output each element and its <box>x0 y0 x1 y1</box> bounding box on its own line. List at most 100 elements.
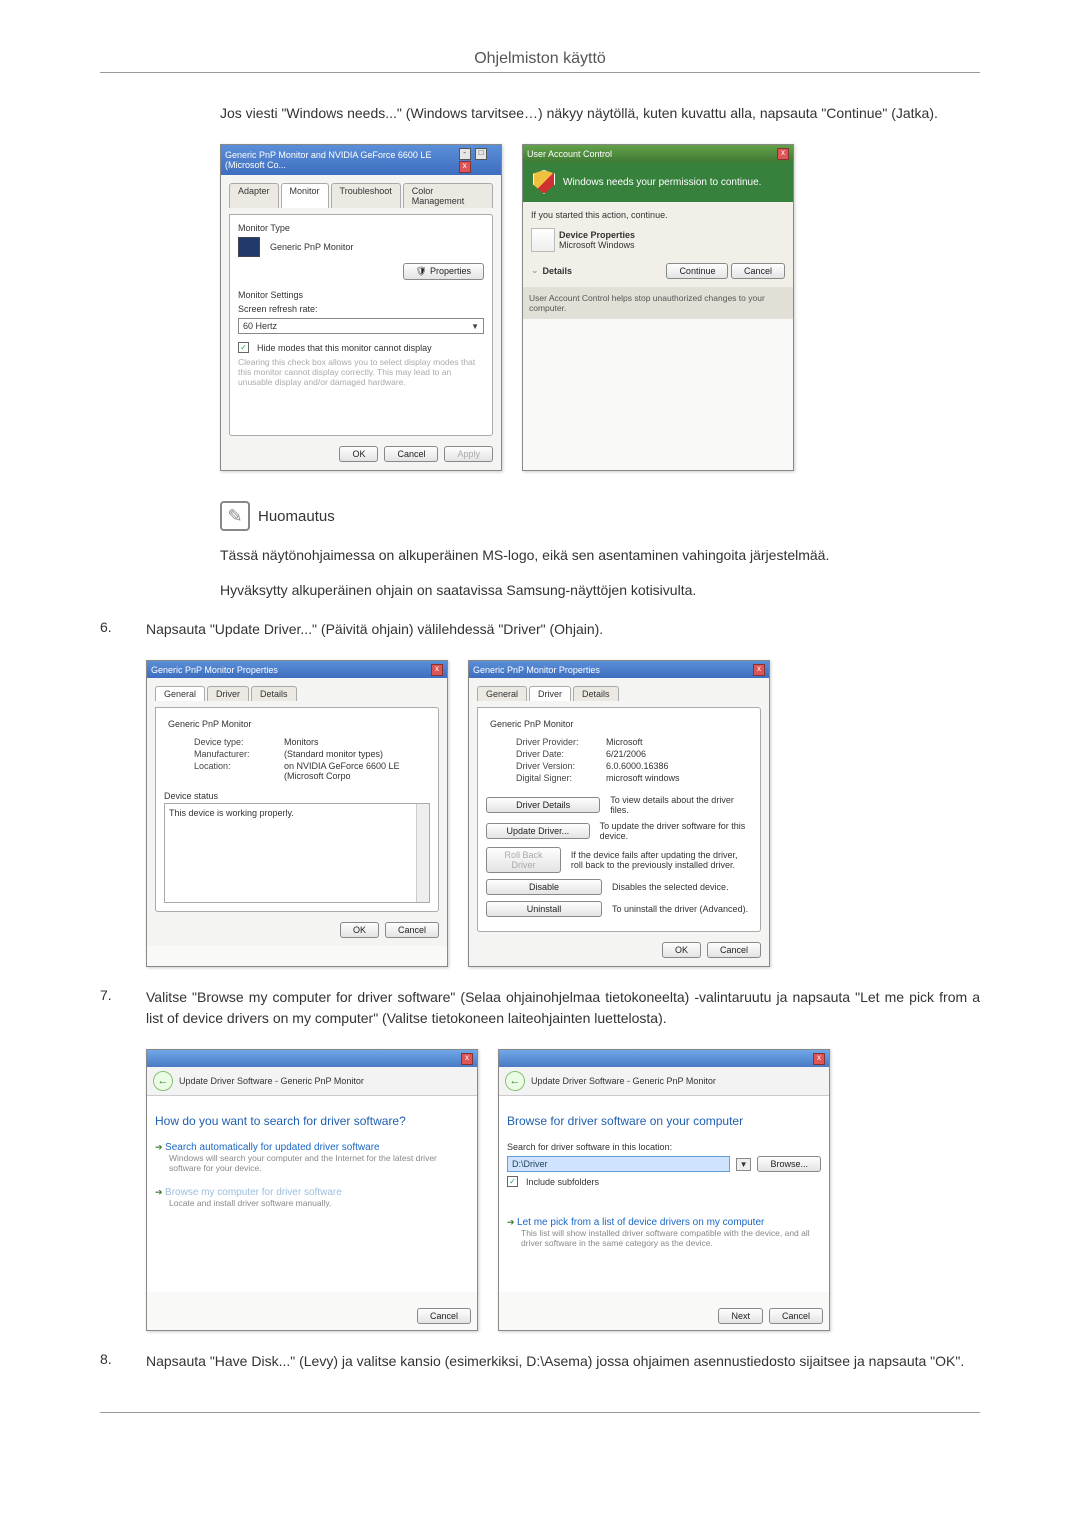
driver-details-button[interactable]: Driver Details <box>486 797 600 813</box>
application-icon <box>531 228 555 252</box>
device-status-label: Device status <box>164 791 430 801</box>
option-browse-computer[interactable]: Browse my computer for driver software L… <box>155 1187 469 1208</box>
continue-button[interactable]: Continue <box>666 263 728 279</box>
minimize-icon[interactable]: - <box>459 148 471 160</box>
step-text: Napsauta "Update Driver..." (Päivitä ohj… <box>146 619 980 640</box>
hide-modes-checkbox[interactable] <box>238 342 253 353</box>
uac-publisher: Microsoft Windows <box>559 240 635 250</box>
tab-details[interactable]: Details <box>251 686 297 701</box>
cancel-button[interactable]: Cancel <box>769 1308 823 1324</box>
option-title: Browse my computer for driver software <box>155 1187 469 1198</box>
section-monitor-type: Monitor Type <box>238 223 484 233</box>
device-name: Generic PnP Monitor <box>168 719 251 729</box>
chevron-down-icon[interactable]: ⌄ <box>531 265 539 276</box>
device-properties-general-window: Generic PnP Monitor Properties x General… <box>146 660 448 967</box>
back-icon[interactable]: ← <box>153 1071 173 1091</box>
ok-button[interactable]: OK <box>662 942 701 958</box>
shield-icon <box>533 170 555 194</box>
manufacturer-label: Manufacturer: <box>194 749 284 759</box>
tab-color-management[interactable]: Color Management <box>403 183 493 208</box>
manufacturer-value: (Standard monitor types) <box>284 749 430 759</box>
hide-modes-description: Clearing this check box allows you to se… <box>238 357 484 387</box>
ok-button[interactable]: OK <box>340 922 379 938</box>
tab-driver[interactable]: Driver <box>207 686 249 701</box>
ok-button[interactable]: OK <box>339 446 378 462</box>
header-rule <box>100 72 980 73</box>
uac-banner-text: Windows needs your permission to continu… <box>563 177 761 188</box>
back-icon[interactable]: ← <box>505 1071 525 1091</box>
tab-general[interactable]: General <box>477 686 527 701</box>
search-location-label: Search for driver software in this locat… <box>507 1142 821 1152</box>
path-input[interactable]: D:\Driver <box>507 1156 730 1172</box>
cancel-button[interactable]: Cancel <box>707 942 761 958</box>
refresh-rate-value: 60 Hertz <box>243 321 277 331</box>
uninstall-button[interactable]: Uninstall <box>486 901 602 917</box>
include-subfolders-label: Include subfolders <box>526 1177 599 1187</box>
option-search-auto[interactable]: Search automatically for updated driver … <box>155 1142 469 1173</box>
close-icon[interactable]: x <box>753 664 765 676</box>
tab-troubleshoot[interactable]: Troubleshoot <box>331 183 401 208</box>
cancel-button[interactable]: Cancel <box>385 922 439 938</box>
tab-general[interactable]: General <box>155 686 205 701</box>
tab-adapter[interactable]: Adapter <box>229 183 279 208</box>
step-text: Napsauta "Have Disk..." (Levy) ja valits… <box>146 1351 980 1372</box>
tab-monitor[interactable]: Monitor <box>281 183 329 208</box>
option-let-me-pick[interactable]: Let me pick from a list of device driver… <box>507 1217 821 1248</box>
tabs: Adapter Monitor Troubleshoot Color Manag… <box>229 183 493 208</box>
option-title: Let me pick from a list of device driver… <box>507 1217 821 1228</box>
uninstall-desc: To uninstall the driver (Advanced). <box>612 904 748 914</box>
step-number: 6. <box>100 619 130 640</box>
digital-signer-label: Digital Signer: <box>516 773 606 783</box>
update-driver-wizard-browse-window: x ← Update Driver Software - Generic PnP… <box>498 1049 830 1331</box>
window-titlebar: Generic PnP Monitor and NVIDIA GeForce 6… <box>221 145 501 175</box>
device-name: Generic PnP Monitor <box>490 719 573 729</box>
window-title: User Account Control <box>527 149 612 159</box>
close-icon[interactable]: x <box>459 161 471 173</box>
apply-button[interactable]: Apply <box>444 446 493 462</box>
option-desc: Windows will search your computer and th… <box>169 1153 469 1173</box>
scrollbar[interactable] <box>416 804 429 902</box>
window-controls: - □ x <box>457 147 497 173</box>
window-titlebar: x <box>147 1050 477 1067</box>
update-driver-wizard-search-window: x ← Update Driver Software - Generic PnP… <box>146 1049 478 1331</box>
maximize-icon[interactable]: □ <box>475 148 487 160</box>
cancel-button[interactable]: Cancel <box>417 1308 471 1324</box>
chevron-down-icon: ▼ <box>471 322 479 331</box>
driver-details-desc: To view details about the driver files. <box>610 795 752 815</box>
driver-date-value: 6/21/2006 <box>606 749 752 759</box>
window-title: Generic PnP Monitor and NVIDIA GeForce 6… <box>225 150 457 170</box>
monitor-icon <box>238 237 260 257</box>
refresh-rate-dropdown[interactable]: 60 Hertz ▼ <box>238 318 484 334</box>
monitor-name: Generic PnP Monitor <box>270 242 353 252</box>
roll-back-driver-button[interactable]: Roll Back Driver <box>486 847 561 873</box>
tab-details[interactable]: Details <box>573 686 619 701</box>
disable-button[interactable]: Disable <box>486 879 602 895</box>
cancel-button[interactable]: Cancel <box>384 446 438 462</box>
close-icon[interactable]: x <box>777 148 789 160</box>
window-title: Generic PnP Monitor Properties <box>473 665 600 675</box>
close-icon[interactable]: x <box>813 1053 825 1065</box>
driver-provider-label: Driver Provider: <box>516 737 606 747</box>
window-titlebar: x <box>499 1050 829 1067</box>
uac-details-toggle[interactable]: Details <box>543 266 573 276</box>
close-icon[interactable]: x <box>431 664 443 676</box>
option-desc: This list will show installed driver sof… <box>521 1228 821 1248</box>
close-icon[interactable]: x <box>461 1053 473 1065</box>
device-properties-driver-window: Generic PnP Monitor Properties x General… <box>468 660 770 967</box>
option-title: Search automatically for updated driver … <box>155 1142 469 1153</box>
browse-button[interactable]: Browse... <box>757 1156 821 1172</box>
uac-window: User Account Control x Windows needs you… <box>522 144 794 471</box>
chevron-down-icon[interactable]: ▼ <box>736 1158 752 1171</box>
step-number: 7. <box>100 987 130 1029</box>
cancel-button[interactable]: Cancel <box>731 263 785 279</box>
next-button[interactable]: Next <box>718 1308 763 1324</box>
properties-button[interactable]: Properties <box>403 263 484 280</box>
window-title: Generic PnP Monitor Properties <box>151 665 278 675</box>
update-driver-button[interactable]: Update Driver... <box>486 823 590 839</box>
tab-driver[interactable]: Driver <box>529 686 571 701</box>
include-subfolders-checkbox[interactable] <box>507 1176 522 1187</box>
step-text: Valitse "Browse my computer for driver s… <box>146 987 980 1029</box>
wizard-heading: How do you want to search for driver sof… <box>155 1114 469 1128</box>
uac-if-started: If you started this action, continue. <box>531 210 785 220</box>
option-desc: Locate and install driver software manua… <box>169 1198 469 1208</box>
